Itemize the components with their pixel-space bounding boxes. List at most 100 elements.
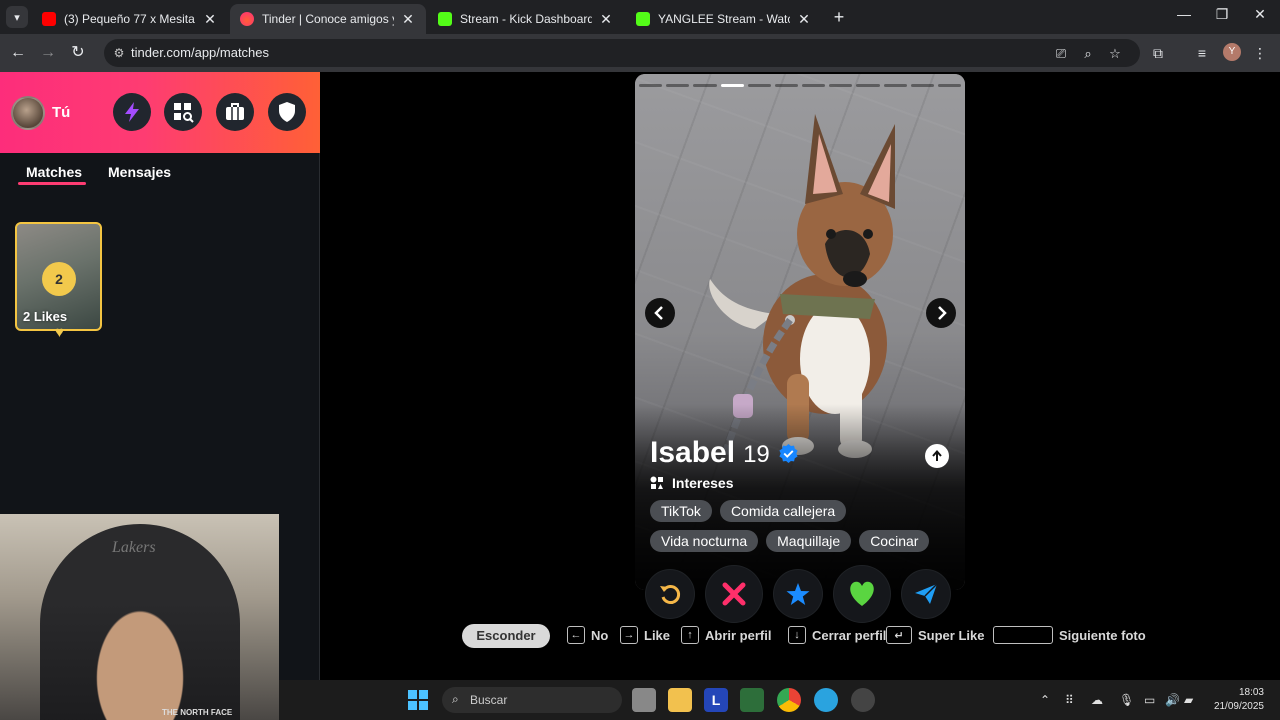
interest-chip: Comida callejera xyxy=(719,500,847,522)
open-profile-button[interactable] xyxy=(925,444,949,468)
network-icon[interactable]: ▭ xyxy=(1144,693,1155,707)
like-button[interactable] xyxy=(834,566,890,622)
chevron-left-icon xyxy=(654,306,663,320)
nope-x-icon xyxy=(722,582,746,606)
kick-icon xyxy=(438,12,452,26)
search-icon: ⌕ xyxy=(452,692,459,706)
gold-heart-icon: ♥ xyxy=(55,324,64,341)
browser-tab-strip: ▾ (3) Pequeño 77 x Mesita x T-White ✕ Ti… xyxy=(0,0,1280,34)
nope-button[interactable] xyxy=(706,566,762,622)
extensions-icon[interactable]: ⧉ xyxy=(1149,44,1167,62)
url-text[interactable]: tinder.com/app/matches xyxy=(131,45,269,60)
site-settings-icon[interactable]: ⚙ xyxy=(110,44,128,62)
close-tab-icon[interactable]: ✕ xyxy=(796,11,812,28)
safety-toolkit-button[interactable] xyxy=(268,93,306,131)
hint-label: No xyxy=(591,627,609,643)
tab-kick-stream[interactable]: YANGLEE Stream - Watch Live on Kick ✕ xyxy=(626,4,822,34)
tab-title: Tinder | Conoce amigos y gente xyxy=(262,12,394,26)
app-l-icon[interactable]: L xyxy=(704,688,728,712)
next-photo-button[interactable] xyxy=(926,298,956,328)
rewind-button[interactable] xyxy=(646,570,694,618)
task-view-icon[interactable] xyxy=(632,688,656,712)
chevron-up-icon[interactable]: ⌃ xyxy=(1040,693,1050,707)
microphone-icon[interactable]: 🎙 xyxy=(1119,693,1134,707)
close-tab-icon[interactable]: ✕ xyxy=(202,11,218,28)
my-profile-avatar[interactable] xyxy=(11,96,45,130)
likes-count-badge: 2 xyxy=(42,262,76,296)
tray-grid-icon[interactable]: ⠿ xyxy=(1065,693,1074,707)
right-arrow-key-icon: → xyxy=(620,626,638,644)
hint-label: Siguiente foto xyxy=(1059,627,1146,643)
close-tab-icon[interactable]: ✕ xyxy=(598,11,614,28)
taskbar-search[interactable]: ⌕ Buscar xyxy=(442,687,622,713)
shield-icon xyxy=(279,102,295,122)
profile-card[interactable]: Isabel 19 Intereses TikTok Comida callej… xyxy=(635,74,965,590)
previous-photo-button[interactable] xyxy=(645,298,675,328)
reload-icon[interactable]: ↻ xyxy=(67,42,89,64)
hint-open-profile: ↑ Abrir perfil xyxy=(681,626,771,644)
interest-chip: TikTok xyxy=(650,500,712,522)
close-window-icon[interactable]: ✕ xyxy=(1248,6,1272,23)
sidebar-tabs: Matches Mensajes xyxy=(0,162,320,192)
tab-youtube[interactable]: (3) Pequeño 77 x Mesita x T-White ✕ xyxy=(32,4,228,34)
volume-icon[interactable]: 🔊 xyxy=(1165,693,1180,707)
clock-time: 18:03 xyxy=(1238,687,1264,698)
profile-avatar[interactable]: Y xyxy=(1223,43,1241,61)
photo-progress-indicator xyxy=(639,84,962,87)
file-explorer-icon[interactable] xyxy=(668,688,692,712)
swipe-actions xyxy=(646,566,956,622)
my-profile-label[interactable]: Tú xyxy=(52,104,70,121)
tab-title: (3) Pequeño 77 x Mesita x T-White xyxy=(64,12,196,26)
restore-icon[interactable]: ❐ xyxy=(1210,6,1234,23)
cap-logo-text: Lakers xyxy=(112,539,156,556)
green-app-icon[interactable] xyxy=(740,688,764,712)
interests-label: Intereses xyxy=(672,475,734,491)
star-icon xyxy=(786,583,810,605)
hint-close-profile: ↓ Cerrar perfil xyxy=(788,626,886,644)
settings-app-icon[interactable] xyxy=(851,688,875,712)
bookmark-star-icon[interactable]: ☆ xyxy=(1106,45,1124,63)
install-app-icon[interactable]: ⎚ xyxy=(1052,45,1070,63)
card-gradient xyxy=(635,404,965,590)
boost-button[interactable] xyxy=(113,93,151,131)
search-placeholder: Buscar xyxy=(470,693,508,707)
explore-grid-icon xyxy=(174,103,194,123)
media-controls-icon[interactable]: ≡ xyxy=(1193,44,1211,62)
hint-label: Cerrar perfil xyxy=(812,627,887,643)
super-like-button[interactable] xyxy=(774,570,822,618)
close-tab-icon[interactable]: ✕ xyxy=(400,11,416,28)
kick-icon xyxy=(636,12,650,26)
browser-toolbar: ← → ↻ ⚙ tinder.com/app/matches ⎚ ⌕ ☆ ⧉ ≡… xyxy=(0,34,1280,72)
tab-messages[interactable]: Mensajes xyxy=(108,164,171,180)
work-mode-button[interactable] xyxy=(216,93,254,131)
tab-kick-dashboard[interactable]: Stream - Kick Dashboard ✕ xyxy=(428,4,624,34)
chevron-right-icon xyxy=(938,306,947,320)
heart-icon xyxy=(850,581,874,606)
telegram-icon[interactable] xyxy=(814,688,838,712)
windows-start-icon[interactable] xyxy=(408,690,428,710)
boost-send-button[interactable] xyxy=(902,570,950,618)
hint-label: Abrir perfil xyxy=(705,627,772,643)
likes-label: 2 Likes xyxy=(23,309,68,324)
explore-button[interactable] xyxy=(164,93,202,131)
hide-hints-button[interactable]: Esconder xyxy=(462,624,550,648)
forward-icon[interactable]: → xyxy=(37,42,59,64)
profile-name-row: Isabel 19 xyxy=(650,436,799,470)
tab-search-button[interactable]: ▾ xyxy=(6,6,28,28)
minimize-icon[interactable]: — xyxy=(1172,6,1196,22)
onedrive-icon[interactable]: ☁ xyxy=(1091,693,1103,707)
likes-you-card[interactable]: 2 2 Likes ♥ xyxy=(15,222,102,341)
taskbar-clock[interactable]: 18:03 21/09/2025 xyxy=(1212,686,1264,714)
tab-matches[interactable]: Matches xyxy=(26,164,82,180)
address-bar[interactable]: ⚙ tinder.com/app/matches ⎚ ⌕ ☆ xyxy=(104,39,1140,67)
back-icon[interactable]: ← xyxy=(7,42,29,64)
zoom-icon[interactable]: ⌕ xyxy=(1079,45,1097,63)
more-menu-icon[interactable]: ⋮ xyxy=(1251,44,1269,62)
chrome-icon[interactable] xyxy=(777,688,801,712)
tab-tinder[interactable]: Tinder | Conoce amigos y gente ✕ xyxy=(230,4,426,34)
battery-icon[interactable]: ▰ xyxy=(1184,693,1193,707)
interests-heading: Intereses xyxy=(650,475,733,491)
left-arrow-key-icon: ← xyxy=(567,626,585,644)
new-tab-button[interactable]: + xyxy=(830,8,848,26)
clock-date: 21/09/2025 xyxy=(1213,701,1264,712)
